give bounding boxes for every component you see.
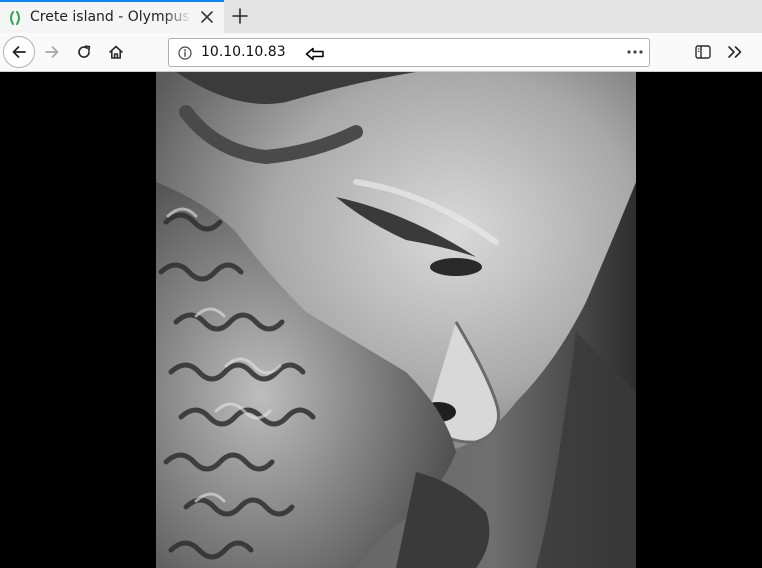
url-bar[interactable]: 10.10.10.83 bbox=[168, 38, 650, 67]
reload-icon[interactable] bbox=[76, 44, 92, 60]
arrow-right-icon[interactable] bbox=[44, 44, 60, 60]
zeus-statue-image bbox=[156, 72, 636, 568]
home-icon[interactable] bbox=[108, 44, 124, 60]
arrow-left-icon bbox=[12, 46, 26, 58]
tab-active[interactable]: Crete island - Olympus HTB bbox=[0, 0, 224, 33]
arrow-cursor-icon bbox=[305, 47, 324, 61]
close-icon[interactable] bbox=[200, 10, 214, 24]
ellipsis-icon[interactable] bbox=[627, 50, 643, 54]
page-content bbox=[0, 72, 762, 568]
navigation-toolbar: 10.10.10.83 bbox=[0, 33, 762, 72]
back-button[interactable] bbox=[3, 36, 35, 68]
tab-title: Crete island - Olympus HTB bbox=[30, 9, 192, 25]
parenthesis-favicon-icon bbox=[10, 11, 20, 25]
tab-strip: Crete island - Olympus HTB bbox=[0, 0, 762, 33]
sidebar-icon[interactable] bbox=[695, 45, 711, 59]
url-text[interactable]: 10.10.10.83 bbox=[201, 44, 286, 61]
info-icon[interactable] bbox=[178, 46, 192, 60]
plus-icon[interactable] bbox=[231, 7, 249, 25]
chevron-double-right-icon[interactable] bbox=[727, 45, 743, 59]
